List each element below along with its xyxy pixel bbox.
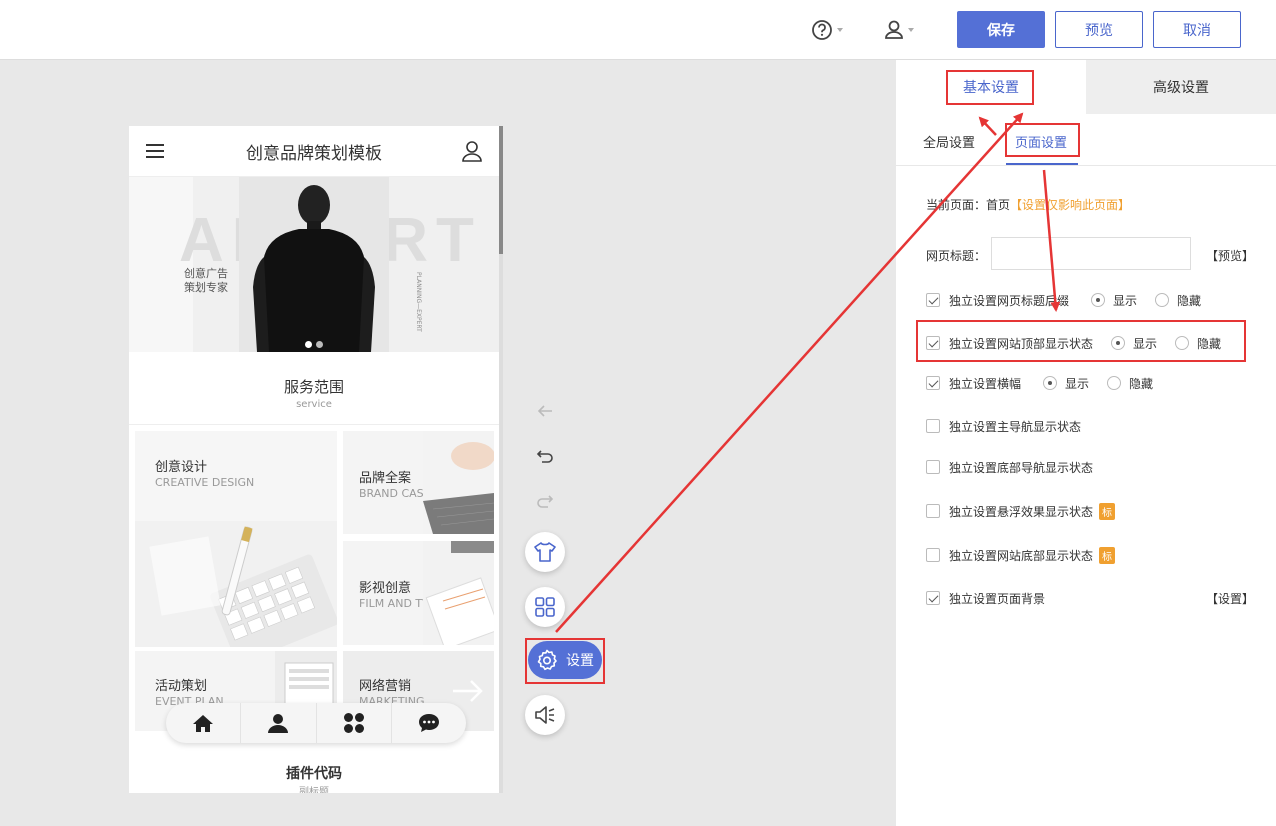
settings-tool-button[interactable]: 设置 (528, 641, 602, 679)
home-icon (193, 715, 214, 732)
settings-panel: 基本设置 高级设置 全局设置 页面设置 当前页面：首页【设置仅影响此页面】 网页… (896, 60, 1276, 826)
checkbox[interactable] (926, 591, 940, 605)
speaker-tool-button[interactable] (525, 695, 565, 735)
carousel-dots[interactable] (305, 341, 323, 348)
radio-show[interactable] (1091, 293, 1106, 307)
subtab-page-settings[interactable]: 页面设置 (1015, 132, 1067, 151)
theme-tool-button[interactable] (525, 532, 565, 572)
radio-hide[interactable] (1107, 376, 1122, 390)
banner-vertical-text: PLANNING—EXPERT (415, 272, 422, 332)
tshirt-icon (534, 542, 556, 562)
bottom-navigation (166, 703, 466, 743)
hamburger-menu-icon[interactable] (146, 144, 164, 160)
radio-show[interactable] (1043, 376, 1058, 390)
option-bottom-nav[interactable]: 独立设置底部导航显示状态 (926, 458, 1093, 476)
chevron-down-icon (837, 28, 843, 32)
phone-preview: 创意品牌策划模板 ADVERT 创意广告 策划专家 PLANNING—EXPER… (129, 126, 503, 793)
panel-tabs: 基本设置 高级设置 (896, 60, 1276, 114)
checkbox[interactable] (926, 504, 940, 518)
laptop-hands-image (423, 431, 494, 534)
arrow-left-icon[interactable] (536, 403, 554, 419)
account-menu[interactable] (884, 16, 924, 44)
option-banner[interactable]: 独立设置横幅 显示 隐藏 (926, 374, 1153, 392)
checkbox[interactable] (926, 419, 940, 433)
keyboard-pencil-image (135, 521, 337, 647)
current-page-info: 当前页面：首页【设置仅影响此页面】 (926, 198, 1131, 212)
undo-icon[interactable] (536, 448, 554, 464)
phone-scrollbar[interactable] (499, 126, 503, 793)
checkbox[interactable] (926, 376, 940, 390)
checkbox[interactable] (926, 293, 940, 307)
site-title: 创意品牌策划模板 (246, 143, 382, 164)
banner-image[interactable]: ADVERT 创意广告 策划专家 PLANNING—EXPERT (129, 177, 499, 352)
user-icon (885, 20, 903, 39)
chat-icon (418, 714, 439, 732)
option-main-nav[interactable]: 独立设置主导航显示状态 (926, 417, 1081, 435)
tab-advanced-settings[interactable]: 高级设置 (1086, 60, 1276, 114)
cancel-button[interactable]: 取消 (1153, 11, 1241, 48)
arrow-right-icon (453, 680, 483, 702)
panel-subtabs: 全局设置 页面设置 (896, 114, 1276, 166)
service-subtitle: service (296, 399, 332, 410)
modules-tool-button[interactable] (525, 587, 565, 627)
help-menu[interactable] (811, 16, 851, 44)
apps-icon (535, 597, 555, 617)
background-settings-link[interactable]: 【设置】 (1206, 590, 1254, 607)
checkbox[interactable] (926, 460, 940, 474)
speaker-icon (535, 706, 555, 724)
top-toolbar: 保存 预览 取消 (0, 0, 1276, 60)
current-page-note: 【设置仅影响此页面】 (1010, 198, 1131, 212)
title-preview-link[interactable]: 【预览】 (1206, 247, 1254, 264)
nav-home[interactable] (166, 703, 242, 743)
gear-icon (537, 649, 557, 671)
option-site-top[interactable]: 独立设置网站顶部显示状态 显示 隐藏 (926, 334, 1221, 352)
card-brand-case[interactable]: 品牌全案 BRAND CASE (343, 431, 494, 534)
tab-basic-settings[interactable]: 基本设置 (896, 60, 1086, 114)
option-page-background[interactable]: 独立设置页面背景 (926, 589, 1045, 607)
preview-button[interactable]: 预览 (1055, 11, 1143, 48)
nav-message[interactable] (392, 703, 466, 743)
service-title: 服务范围 (283, 378, 344, 396)
banner-subtext: 创意广告 策划专家 (184, 267, 228, 294)
phone-header: 创意品牌策划模板 (129, 126, 499, 177)
grid-icon (343, 713, 364, 733)
help-icon (812, 20, 832, 40)
chevron-down-icon (908, 28, 914, 32)
nav-grid[interactable] (317, 703, 392, 743)
radio-hide[interactable] (1175, 336, 1190, 350)
option-float-effect[interactable]: 独立设置悬浮效果显示状态 标 (926, 502, 1116, 520)
user-icon[interactable] (461, 140, 483, 162)
card-film-tv[interactable]: 影视创意 FILM AND TV (343, 541, 494, 645)
nav-user[interactable] (241, 703, 317, 743)
redo-icon[interactable] (536, 493, 554, 509)
option-site-bottom[interactable]: 独立设置网站底部显示状态 标 (926, 546, 1116, 564)
plugin-subtitle: 副标题 (299, 787, 329, 793)
radio-hide[interactable] (1155, 293, 1170, 307)
plugin-title: 插件代码 (286, 766, 342, 782)
card-creative-design[interactable]: 创意设计 CREATIVE DESIGN (135, 431, 337, 647)
radio-show[interactable] (1111, 336, 1126, 350)
settings-label: 设置 (566, 653, 594, 669)
businessman-figure (239, 177, 389, 352)
save-button[interactable]: 保存 (957, 11, 1045, 48)
subtab-global-settings[interactable]: 全局设置 (923, 132, 975, 151)
tablet-image (423, 541, 494, 645)
user-icon (268, 714, 289, 733)
pro-badge: 标 (1099, 502, 1116, 520)
checkbox[interactable] (926, 548, 940, 562)
page-title-label: 网页标题： (926, 249, 987, 263)
checkbox[interactable] (926, 336, 940, 350)
option-title-suffix[interactable]: 独立设置网页标题后缀 显示 隐藏 (926, 291, 1201, 309)
page-title-input[interactable] (991, 237, 1191, 270)
pro-badge: 标 (1099, 546, 1116, 564)
